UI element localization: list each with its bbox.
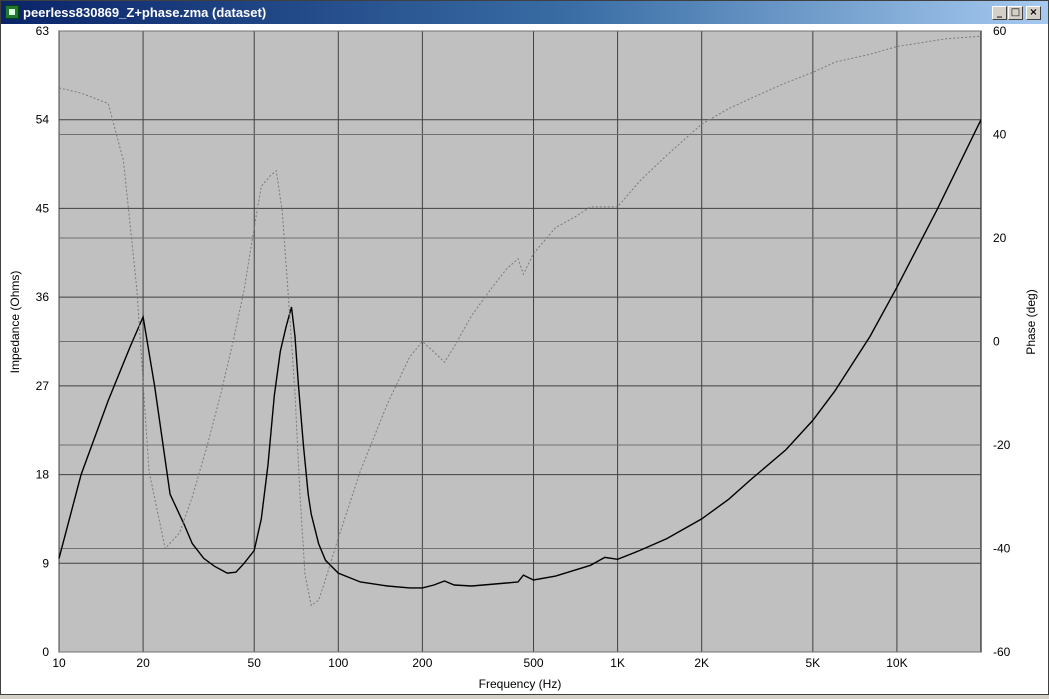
y2-axis-label: Phase (deg) [1024, 289, 1038, 354]
close-button[interactable]: × [1026, 6, 1041, 20]
y-axis-label: Impedance (Ohms) [8, 271, 22, 374]
impedance-phase-chart: 10 20 50 100 200 500 1K 2K 5K 10K09182736455463-6… [8, 24, 1038, 691]
title-bar[interactable]: peerless830869_Z+phase.zma (dataset) _ □… [1, 1, 1048, 24]
y-tick-label-0: 0 [42, 645, 49, 659]
chart-area: 10 20 50 100 200 500 1K 2K 5K 10K 0 9 18 27 36 45 54 63 -6… [1, 24, 1048, 694]
x-tick-label-7: 2K [694, 656, 709, 670]
y2-tick-label-1: -40 [993, 542, 1011, 556]
x-axis-label: Frequency (Hz) [479, 677, 562, 691]
maximize-button[interactable]: □ [1008, 6, 1023, 20]
y2-tick-label-6: 60 [993, 24, 1007, 38]
x-tick-label-2: 50 [248, 656, 262, 670]
x-tick-label-5: 500 [524, 656, 544, 670]
y2-tick-label-5: 40 [993, 128, 1007, 142]
minimize-button[interactable]: _ [992, 6, 1007, 20]
y-tick-label-6: 54 [36, 113, 50, 127]
y-tick-label-3: 27 [36, 379, 50, 393]
x-tick-label-3: 100 [328, 656, 348, 670]
x-tick-label-8: 5K [805, 656, 820, 670]
app-window: peerless830869_Z+phase.zma (dataset) _ □… [0, 0, 1049, 695]
x-tick-label-6: 1K [610, 656, 625, 670]
y-tick-label-1: 9 [42, 556, 49, 570]
app-icon[interactable] [5, 5, 19, 19]
window-title: peerless830869_Z+phase.zma (dataset) [23, 5, 267, 20]
x-tick-label-9: 10K [886, 656, 907, 670]
y2-tick-label-4: 20 [993, 231, 1007, 245]
x-tick-label-1: 20 [136, 656, 150, 670]
y2-tick-label-2: -20 [993, 438, 1011, 452]
y2-tick-label-3: 0 [993, 335, 1000, 349]
x-tick-label-4: 200 [412, 656, 432, 670]
y-tick-label-7: 63 [36, 24, 50, 38]
y-tick-label-5: 45 [36, 201, 50, 215]
y2-tick-label-0: -60 [993, 645, 1011, 659]
y-tick-label-2: 18 [36, 468, 50, 482]
x-tick-label-0: 10 [52, 656, 66, 670]
y-tick-label-4: 36 [36, 290, 50, 304]
